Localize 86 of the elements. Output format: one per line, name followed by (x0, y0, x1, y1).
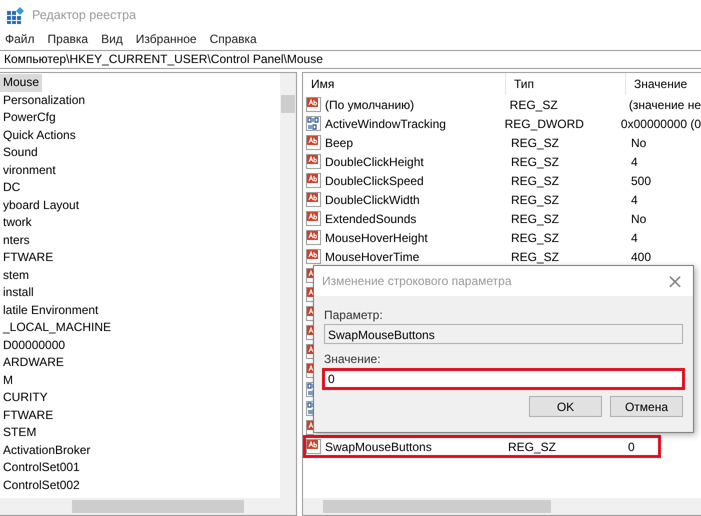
tree-item[interactable]: PowerCfg (0, 109, 56, 126)
column-header[interactable]: Значение (626, 73, 701, 95)
tree-item[interactable]: STEM (0, 424, 36, 442)
value-type: REG_SZ (511, 230, 560, 244)
horizontal-scrollbar[interactable] (303, 498, 701, 515)
string-value-icon (306, 135, 321, 150)
tree-item[interactable]: vironment (0, 162, 56, 179)
tree-item[interactable]: _LOCAL_MACHINE (0, 319, 112, 336)
column-header[interactable]: Тип (506, 73, 626, 95)
tree-item[interactable]: latile Environment (0, 302, 98, 319)
menu-item[interactable]: Справка (210, 32, 257, 46)
tree-item[interactable]: stem (0, 266, 30, 284)
tree-item[interactable]: yboard Layout (0, 196, 80, 214)
value-type: REG_SZ (510, 98, 558, 112)
tree-item[interactable]: Mouse (0, 74, 42, 92)
value-name[interactable]: ExtendedSounds (325, 212, 416, 226)
field-label: Значение: (324, 351, 382, 368)
tree-item[interactable]: twork (0, 214, 32, 232)
value-data: No (631, 136, 646, 150)
tree-item[interactable]: Sound (0, 144, 38, 162)
tree-item[interactable]: install (0, 284, 34, 302)
registry-editor-icon (6, 6, 25, 24)
string-value-icon (306, 230, 321, 245)
value-type: REG_SZ (511, 250, 560, 264)
menu-item[interactable]: Файл (5, 32, 35, 46)
menu-item[interactable]: Правка (48, 32, 88, 46)
value-name[interactable]: Beep (325, 136, 354, 150)
field-label: Параметр: (324, 307, 384, 324)
value-name[interactable]: MouseHoverHeight (325, 230, 428, 244)
value-data: (значение не (628, 98, 701, 112)
string-value-icon (306, 211, 321, 226)
value-data: 400 (631, 250, 652, 264)
string-value-icon (306, 154, 321, 169)
column-header[interactable]: Имя (303, 73, 506, 95)
value-type: REG_SZ (511, 154, 560, 168)
value-name[interactable]: ActiveWindowTracking (325, 116, 446, 130)
tree-item[interactable]: ActivationBroker (0, 442, 90, 459)
value-name[interactable]: DoubleClickWidth (325, 192, 420, 206)
value-type: REG_SZ (511, 174, 560, 188)
value-data: 0 (628, 440, 635, 454)
string-value-icon (306, 192, 321, 207)
value-name-field[interactable]: SwapMouseButtons (324, 324, 683, 344)
value-name[interactable]: DoubleClickHeight (325, 154, 424, 168)
binary-value-icon (306, 116, 321, 131)
value-type: REG_SZ (511, 192, 560, 206)
tree-item[interactable]: ARDWARE (0, 354, 64, 372)
dialog-title: Изменение строкового параметра (322, 274, 512, 288)
value-data-field[interactable]: 0 (322, 368, 685, 390)
tree-item[interactable]: Personalization (0, 92, 86, 109)
value-data: 4 (631, 192, 638, 206)
tree-item[interactable]: D00000000 (0, 336, 66, 354)
cancel-button[interactable]: Отмена (610, 396, 683, 417)
string-value-icon (306, 249, 321, 264)
horizontal-scrollbar[interactable] (0, 498, 296, 515)
value-name[interactable]: (По умолчанию) (325, 98, 414, 112)
tree-item[interactable]: ControlSet002 (0, 476, 80, 494)
value-name[interactable]: DoubleClickSpeed (325, 174, 424, 188)
vertical-scrollbar[interactable] (280, 73, 296, 498)
value-name[interactable]: SwapMouseButtons (325, 440, 432, 454)
tree-item[interactable]: M (0, 372, 13, 389)
tree-item[interactable]: nters (0, 232, 30, 249)
value-data: 500 (631, 174, 652, 188)
menu-item[interactable]: Вид (101, 32, 123, 46)
value-type: REG_SZ (511, 136, 560, 150)
value-data: No (631, 212, 646, 226)
value-name[interactable]: MouseHoverTime (325, 250, 420, 264)
tree-item[interactable]: Quick Actions (0, 126, 76, 144)
value-type: REG_DWORD (504, 116, 584, 130)
address-bar[interactable]: Компьютер\HKEY_CURRENT_USER\Control Panel\Mouse (0, 50, 701, 69)
close-button[interactable]: × (657, 266, 693, 296)
string-value-icon (306, 97, 321, 112)
string-value-icon (306, 439, 321, 454)
value-type: REG_SZ (511, 212, 560, 226)
menu-item[interactable]: Избранное (136, 32, 197, 46)
tree-item[interactable]: FTWARE (0, 249, 54, 266)
value-data: 4 (631, 154, 638, 168)
value-data: 0x00000000 (0 (620, 116, 701, 130)
tree-item[interactable]: FTWARE (0, 406, 54, 424)
tree-item[interactable]: DC (0, 179, 20, 196)
tree-item[interactable]: CURITY (0, 389, 48, 406)
tree-item[interactable]: ControlSet001 (0, 459, 80, 476)
value-data: 4 (631, 230, 638, 244)
value-type: REG_SZ (508, 440, 556, 454)
ok-button[interactable]: OK (529, 396, 602, 417)
string-value-icon (306, 173, 321, 188)
window-title: Редактор реестра (32, 8, 136, 22)
